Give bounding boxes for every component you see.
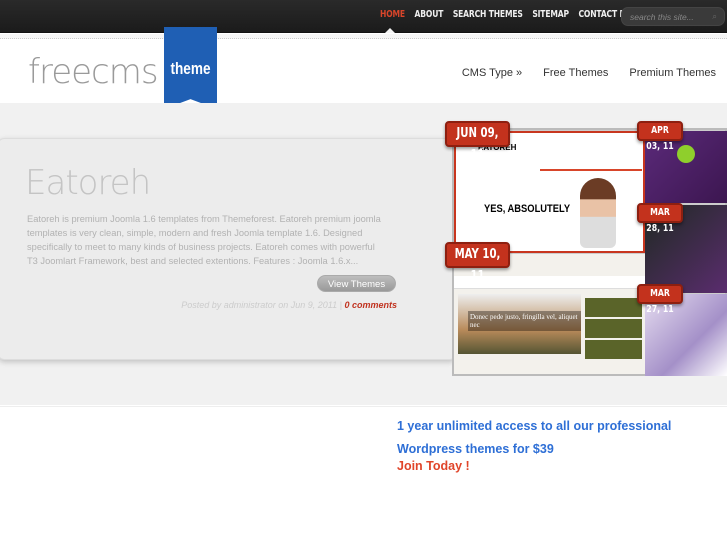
thumb-badge	[677, 145, 695, 163]
date-tag: MAR 27, 11	[637, 284, 683, 315]
date-tag: MAY 10, 11	[445, 242, 510, 284]
nav-about[interactable]: ABOUT	[415, 9, 444, 20]
join-today-link[interactable]: Join Today !	[397, 459, 470, 473]
top-bar: HOME ABOUT SEARCH THEMES SITEMAP CONTACT…	[0, 0, 727, 33]
divider	[0, 34, 727, 39]
nav-sitemap[interactable]: SITEMAP	[532, 9, 569, 20]
logo-ribbon[interactable]: theme	[164, 27, 217, 109]
comments-link[interactable]: 0 comments	[344, 300, 397, 310]
nav-premium-themes[interactable]: Premium Themes	[629, 67, 716, 79]
thumb-block	[585, 298, 642, 317]
date-tag: JUN 09, 11	[445, 121, 510, 163]
promo-text[interactable]: 1 year unlimited access to all our profe…	[397, 415, 727, 461]
feature-title[interactable]: Eatoreh	[25, 163, 151, 203]
thumb-photo: Donec pede justo, fringilla vel, aliquet…	[458, 294, 581, 354]
thumb-block	[585, 340, 642, 359]
view-themes-button[interactable]: View Themes	[317, 275, 396, 292]
nav-free-themes[interactable]: Free Themes	[543, 67, 608, 79]
secondary-nav: CMS Type » Free Themes Premium Themes	[462, 67, 716, 79]
post-meta: Posted by administrator on Jun 9, 2011 |…	[181, 300, 397, 310]
promo-section: 1 year unlimited access to all our profe…	[0, 406, 727, 473]
thumb-block	[585, 319, 642, 338]
active-indicator	[385, 28, 395, 33]
thumb-bar	[540, 169, 642, 171]
thumb-caption: Donec pede justo, fringilla vel, aliquet…	[468, 311, 581, 331]
logo-text[interactable]: freecms	[28, 52, 159, 92]
feature-card: Eatoreh Eatoreh is premium Joomla 1.6 te…	[0, 138, 456, 360]
search-placeholder: search this site...	[630, 12, 694, 22]
nav-home[interactable]: HOME	[380, 9, 405, 20]
feature-description: Eatoreh is premium Joomla 1.6 templates …	[27, 214, 381, 266]
post-meta-text: Posted by administrator on Jun 9, 2011 |	[181, 300, 345, 310]
logo-ribbon-text: theme	[170, 59, 211, 78]
thumb-headline: YES, ABSOLUTELY	[484, 203, 571, 215]
search-icon[interactable]: ⌕	[712, 11, 717, 22]
date-tag: APR 03, 11	[637, 121, 683, 152]
nav-cms-type[interactable]: CMS Type »	[462, 67, 522, 79]
nav-search-themes[interactable]: SEARCH THEMES	[453, 9, 523, 20]
date-tag: MAR 28, 11	[637, 203, 683, 234]
top-nav: HOME ABOUT SEARCH THEMES SITEMAP CONTACT…	[380, 9, 632, 20]
thumb-photo	[580, 178, 616, 248]
search-input[interactable]: search this site... ⌕	[621, 7, 725, 26]
